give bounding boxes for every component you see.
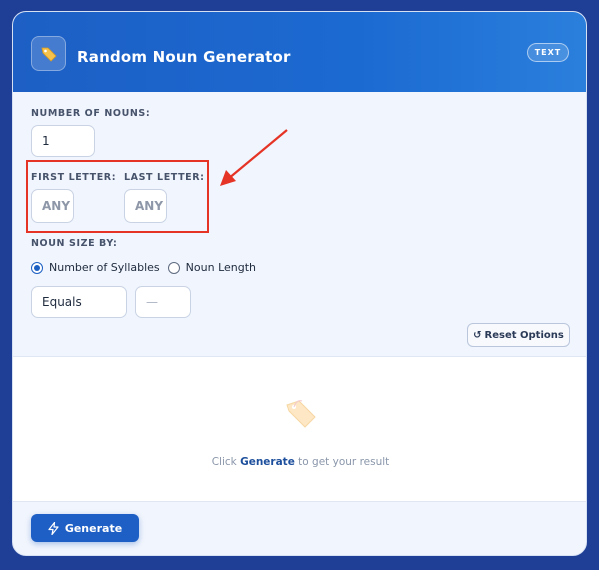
results-hint: Click Generate to get your result bbox=[13, 456, 586, 468]
type-badge: TEXT bbox=[527, 43, 569, 62]
generator-card: Random Noun Generator TEXT NUMBER OF NOU… bbox=[12, 11, 587, 556]
reset-icon: ↺ bbox=[473, 329, 482, 341]
reset-options-button[interactable]: ↺ Reset Options bbox=[467, 323, 570, 347]
tag-icon bbox=[286, 400, 316, 428]
results-hint-suffix: to get your result bbox=[298, 456, 390, 468]
results-hint-prefix: Click bbox=[211, 456, 237, 468]
radio-length-label[interactable]: Noun Length bbox=[186, 261, 256, 274]
size-input[interactable] bbox=[135, 286, 191, 318]
comparison-select[interactable] bbox=[31, 286, 127, 318]
number-of-nouns-input[interactable] bbox=[31, 125, 95, 157]
tag-icon bbox=[31, 36, 66, 71]
card-header: Random Noun Generator TEXT bbox=[13, 12, 586, 92]
noun-size-label: NOUN SIZE BY: bbox=[31, 238, 118, 249]
number-of-nouns-label: NUMBER OF NOUNS: bbox=[31, 108, 151, 119]
radio-length[interactable] bbox=[167, 261, 180, 274]
page-title: Random Noun Generator bbox=[77, 48, 291, 66]
highlight-box bbox=[26, 160, 209, 233]
lightning-icon bbox=[48, 521, 59, 535]
radio-syllables-label[interactable]: Number of Syllables bbox=[49, 261, 160, 274]
noun-size-options: Number of Syllables Noun Length bbox=[31, 261, 256, 274]
reset-options-label: Reset Options bbox=[484, 329, 564, 341]
radio-syllables[interactable] bbox=[31, 261, 43, 274]
results-panel bbox=[13, 356, 586, 502]
results-hint-action: Generate bbox=[240, 456, 295, 468]
annotation-arrow-icon bbox=[220, 129, 288, 186]
generate-label: Generate bbox=[64, 521, 123, 535]
generate-button[interactable]: Generate bbox=[31, 514, 139, 542]
